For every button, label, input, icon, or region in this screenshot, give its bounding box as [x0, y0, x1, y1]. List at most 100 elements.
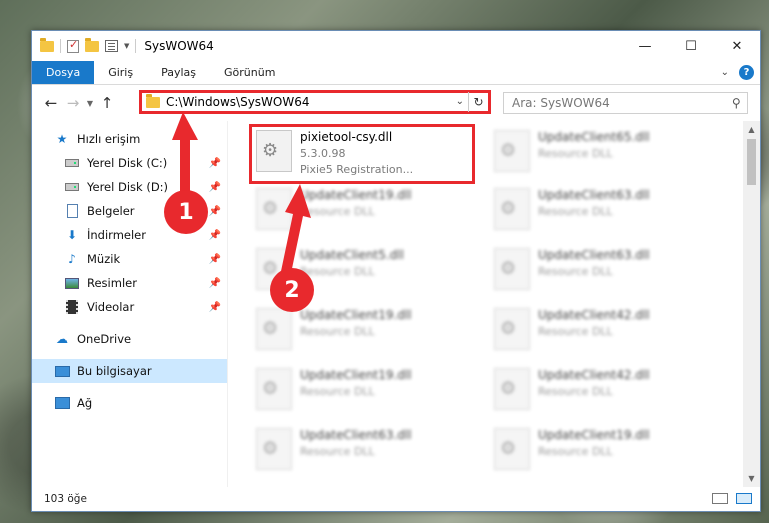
pin-icon[interactable]: 📌 — [209, 278, 221, 289]
computer-icon — [54, 364, 70, 378]
refresh-icon[interactable]: ↻ — [468, 92, 488, 112]
file-type: Resource DLL — [538, 385, 613, 398]
sidebar-item-onedrive[interactable]: ☁ OneDrive — [32, 327, 227, 351]
pin-icon[interactable]: 📌 — [209, 158, 221, 169]
new-folder-icon[interactable] — [85, 37, 99, 52]
sidebar-item-pictures[interactable]: Resimler 📌 — [32, 271, 227, 295]
sidebar-item-quick-access[interactable]: ★ Hızlı erişim — [32, 127, 227, 151]
sidebar-item-label: OneDrive — [77, 332, 132, 346]
video-icon — [64, 300, 80, 314]
status-bar: 103 öğe — [32, 487, 760, 511]
address-dropdown-icon[interactable]: ⌄ — [456, 96, 464, 107]
network-icon — [54, 396, 70, 410]
dll-file-icon — [256, 188, 292, 230]
file-item[interactable]: UpdateClient19.dll Resource DLL — [252, 305, 472, 357]
step-marker-1: 1 — [164, 190, 208, 234]
details-view-icon[interactable] — [712, 493, 728, 504]
tab-view[interactable]: Görünüm — [210, 61, 289, 84]
pin-icon[interactable]: 📌 — [209, 230, 221, 241]
search-input[interactable]: Ara: SysWOW64 ⚲ — [503, 92, 748, 114]
properties-check-icon[interactable] — [67, 38, 79, 53]
file-item[interactable]: UpdateClient19.dll Resource DLL — [490, 425, 710, 477]
minimize-button[interactable]: — — [622, 31, 668, 61]
window-controls: — ☐ ✕ — [622, 31, 760, 61]
music-icon: ♪ — [68, 252, 76, 266]
sidebar-item-label: Resimler — [87, 276, 137, 290]
customize-toolbar-icon[interactable]: ▼ — [124, 42, 129, 50]
tab-share[interactable]: Paylaş — [147, 61, 210, 84]
folder-icon — [146, 93, 160, 108]
pin-icon[interactable]: 📌 — [209, 206, 221, 217]
search-icon[interactable]: ⚲ — [732, 96, 741, 110]
scroll-up-icon[interactable]: ▲ — [743, 121, 760, 138]
sidebar-item-label: Ağ — [77, 396, 93, 410]
file-type: Resource DLL — [538, 445, 613, 458]
sidebar-item-music[interactable]: ♪ Müzik 📌 — [32, 247, 227, 271]
drive-icon — [64, 180, 80, 194]
recent-locations-icon[interactable]: ▼ — [84, 99, 96, 108]
sidebar-item-this-pc[interactable]: Bu bilgisayar — [32, 359, 227, 383]
file-type: Resource DLL — [300, 385, 375, 398]
sidebar-item-videos[interactable]: Videolar 📌 — [32, 295, 227, 319]
file-type: Resource DLL — [300, 445, 375, 458]
file-type: Resource DLL — [538, 147, 613, 160]
item-count: 103 öğe — [44, 493, 87, 505]
scroll-down-icon[interactable]: ▼ — [743, 470, 760, 487]
file-item[interactable]: UpdateClient42.dll Resource DLL — [490, 365, 710, 417]
expand-ribbon-icon[interactable]: ⌄ — [721, 67, 729, 78]
sidebar-item-label: Bu bilgisayar — [77, 364, 152, 378]
forward-button[interactable]: → — [62, 94, 84, 112]
scroll-thumb[interactable] — [747, 139, 756, 185]
search-placeholder[interactable]: Ara: SysWOW64 — [512, 96, 732, 110]
dll-file-icon — [494, 308, 530, 350]
tab-home[interactable]: Giriş — [94, 61, 147, 84]
help-icon[interactable]: ? — [739, 65, 754, 80]
back-button[interactable]: ← — [40, 94, 62, 112]
file-item[interactable]: UpdateClient19.dll Resource DLL — [252, 365, 472, 417]
step-marker-2: 2 — [270, 268, 314, 312]
sidebar-item-disk-c[interactable]: Yerel Disk (C:) 📌 — [32, 151, 227, 175]
sidebar-item-label: İndirmeler — [87, 228, 146, 242]
vertical-scrollbar[interactable]: ▲ ▼ — [743, 121, 760, 487]
file-name: UpdateClient65.dll — [538, 130, 650, 144]
tiles-view-icon[interactable] — [736, 493, 752, 504]
file-item[interactable]: UpdateClient19.dll Resource DLL — [252, 185, 472, 237]
maximize-button[interactable]: ☐ — [668, 31, 714, 61]
file-item[interactable]: UpdateClient63.dll Resource DLL — [490, 185, 710, 237]
folder-icon — [40, 37, 54, 52]
address-path[interactable]: C:\Windows\SysWOW64 — [166, 95, 310, 109]
toolbar-divider — [135, 39, 137, 53]
pictures-icon — [64, 276, 80, 290]
dll-file-icon — [494, 188, 530, 230]
address-bar[interactable]: C:\Windows\SysWOW64 ⌄ ↻ — [139, 90, 491, 114]
main-area: ★ Hızlı erişim Yerel Disk (C:) 📌 Yerel D… — [32, 121, 760, 487]
sidebar-item-label: Yerel Disk (D:) — [87, 180, 169, 194]
sidebar-item-label: Yerel Disk (C:) — [87, 156, 168, 170]
window-title: SysWOW64 — [144, 39, 214, 53]
sidebar-item-network[interactable]: Ağ — [32, 391, 227, 415]
pin-icon[interactable]: 📌 — [209, 254, 221, 265]
pin-icon[interactable]: 📌 — [209, 182, 221, 193]
up-button[interactable]: ↑ — [96, 94, 118, 112]
file-item[interactable]: UpdateClient63.dll Resource DLL — [490, 245, 710, 297]
file-name: UpdateClient42.dll — [538, 368, 650, 382]
document-icon — [64, 204, 80, 218]
file-type: Resource DLL — [538, 205, 613, 218]
file-name: UpdateClient63.dll — [538, 248, 650, 262]
close-button[interactable]: ✕ — [714, 31, 760, 61]
file-item[interactable]: UpdateClient65.dll Resource DLL — [490, 127, 710, 179]
dll-file-icon — [494, 130, 530, 172]
file-item[interactable]: UpdateClient42.dll Resource DLL — [490, 305, 710, 357]
file-type: Resource DLL — [300, 205, 375, 218]
download-icon: ⬇ — [66, 228, 78, 242]
dll-file-icon — [256, 308, 292, 350]
tab-file[interactable]: Dosya — [32, 61, 95, 84]
file-item[interactable]: UpdateClient63.dll Resource DLL — [252, 425, 472, 477]
dll-file-icon — [494, 248, 530, 290]
dll-file-icon — [256, 428, 292, 470]
properties-icon[interactable] — [105, 40, 118, 52]
sidebar-item-label: Belgeler — [87, 204, 135, 218]
sidebar-item-label: Müzik — [87, 252, 121, 266]
pin-icon[interactable]: 📌 — [209, 302, 221, 313]
star-icon: ★ — [56, 132, 68, 146]
